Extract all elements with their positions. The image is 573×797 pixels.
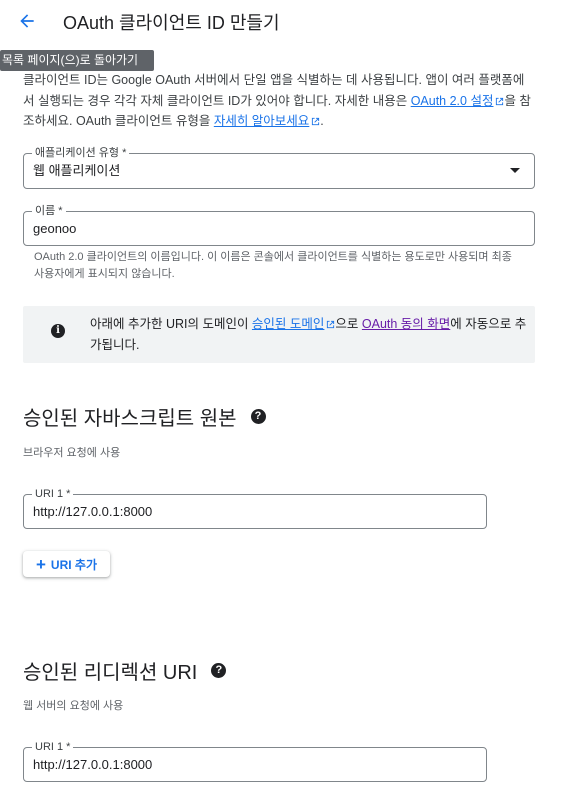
authorized-domains-link[interactable]: 승인된 도메인	[252, 317, 335, 331]
name-value: geonoo	[33, 221, 77, 236]
js-origins-heading: 승인된 자바스크립트 원본 ?	[23, 402, 266, 431]
redirect-uri-1-value: http://127.0.0.1:8000	[33, 757, 153, 772]
oauth-settings-link[interactable]: OAuth 2.0 설정	[411, 94, 505, 108]
add-uri-label: URI 추가	[50, 557, 98, 572]
arrow-back-icon	[20, 14, 34, 28]
oauth-consent-screen-link[interactable]: OAuth 동의 화면	[362, 317, 450, 331]
application-type-value: 웹 애플리케이션	[33, 162, 121, 178]
add-uri-button[interactable]: + URI 추가	[23, 551, 110, 577]
help-icon[interactable]: ?	[250, 409, 266, 424]
info-box: i 아래에 추가한 URI의 도메인이 승인된 도메인 으로 OAuth 동의 화…	[23, 306, 535, 363]
intro-text: 클라이언트 ID는 Google OAuth 서버에서 단일 앱을 식별하는 데…	[23, 70, 533, 132]
js-origin-uri-1-field[interactable]: URI 1 * http://127.0.0.1:8000	[23, 487, 487, 529]
info-text-part-1: 아래에 추가한 URI의 도메인이	[90, 317, 252, 331]
js-origins-subtitle: 브라우저 요청에 사용	[23, 447, 121, 459]
application-type-select[interactable]: 애플리케이션 유형 * 웹 애플리케이션	[23, 146, 535, 189]
top-bar: OAuth 클라이언트 ID 만들기	[0, 0, 573, 42]
external-link-icon	[312, 117, 320, 126]
info-icon: i	[51, 324, 65, 338]
back-tooltip: 목록 페이지(으)로 돌아가기	[0, 50, 154, 71]
js-origin-uri-1-value: http://127.0.0.1:8000	[33, 504, 153, 519]
intro-text-part-3: .	[320, 114, 324, 128]
redirect-uris-heading: 승인된 리디렉션 URI ?	[23, 656, 227, 685]
js-origins-title: 승인된 자바스크립트 원본	[23, 408, 237, 430]
dropdown-arrow-icon	[510, 168, 520, 173]
learn-more-link[interactable]: 자세히 알아보세요	[214, 114, 320, 128]
redirect-uris-title: 승인된 리디렉션 URI	[23, 662, 198, 684]
help-icon[interactable]: ?	[211, 663, 227, 678]
plus-icon: +	[35, 554, 46, 574]
back-button[interactable]	[12, 6, 42, 36]
redirect-uri-1-field[interactable]: URI 1 * http://127.0.0.1:8000	[23, 740, 487, 782]
redirect-uris-subtitle: 웹 서버의 요청에 사용	[23, 700, 124, 712]
name-hint: OAuth 2.0 클라이언트의 이름입니다. 이 이름은 콘솔에서 클라이언트…	[34, 251, 512, 280]
page-title: OAuth 클라이언트 ID 만들기	[63, 13, 280, 33]
info-text-part-2: 으로	[335, 317, 362, 331]
info-text: 아래에 추가한 URI의 도메인이 승인된 도메인 으로 OAuth 동의 화면에…	[90, 314, 530, 355]
name-field[interactable]: 이름 * geonoo	[23, 204, 535, 246]
